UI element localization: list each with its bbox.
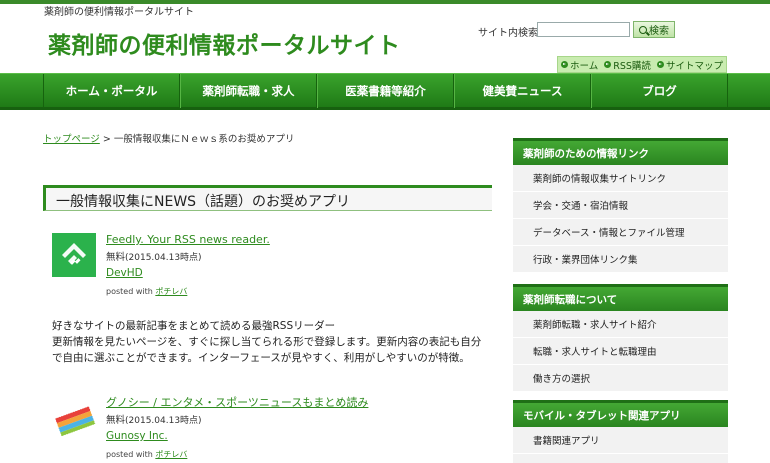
utility-links: ホーム RSS購読 サイトマップ [557,56,727,73]
app-price: 無料(2015.04.13時点) [106,415,202,426]
sidebar-box-job-change: 薬剤師転職について 薬剤師転職・求人サイト紹介 転職・求人サイトと転職理由 働き… [513,284,728,392]
app-developer-link[interactable]: DevHD [106,267,486,280]
global-nav: ホーム・ポータル 薬剤師転職・求人 医薬書籍等紹介 健美賛ニュース ブログ [0,73,770,110]
app-price: 無料(2015.04.13時点) [106,252,202,263]
site-title[interactable]: 薬剤師の便利情報ポータルサイト [48,26,401,60]
search-label: サイト内検索: [478,28,542,39]
arrow-bullet-icon [604,61,612,68]
nav-item-blog[interactable]: ブログ [591,74,728,108]
arrow-bullet-icon [561,61,569,68]
sidebar-heading: 薬剤師転職について [513,284,728,311]
app-name-link[interactable]: Feedly. Your RSS news reader. [106,233,486,247]
utility-link-rss[interactable]: RSS購読 [604,58,651,72]
pochireba-link[interactable]: ポチレバ [155,287,187,296]
sidebar-heading: 薬剤師のための情報リンク [513,138,728,165]
posted-with: posted with ポチレバ [106,450,188,459]
feedly-app-icon[interactable] [52,233,96,277]
sidebar-item[interactable]: 転職・求人サイトと転職理由 [513,338,728,365]
search-button-label: 検索 [649,26,669,37]
sidebar-box-info-links: 薬剤師のための情報リンク 薬剤師の情報収集サイトリンク 学会・交通・宿泊情報 デ… [513,138,728,273]
section-heading: 一般情報収集にNEWS（話題）のお奨めアプリ [43,185,492,211]
sidebar-item[interactable]: データベース・情報とファイル管理 [513,219,728,246]
breadcrumb-home-link[interactable]: トップページ [43,134,100,145]
pochireba-link[interactable]: ポチレバ [155,450,187,459]
search-input[interactable] [537,22,630,37]
gunosy-app-icon[interactable] [52,396,96,440]
sidebar-item[interactable]: 働き方の選択 [513,365,728,392]
search-icon [639,25,647,34]
search-button[interactable]: 検索 [633,21,675,38]
sidebar-item[interactable]: 薬剤師転職・求人サイト紹介 [513,311,728,338]
sidebar-item[interactable]: 学会・交通・宿泊情報 [513,192,728,219]
sidebar-item[interactable]: 薬剤師の情報収集サイトリンク [513,165,728,192]
utility-link-home[interactable]: ホーム [561,58,598,72]
app-developer-link[interactable]: Gunosy Inc. [106,430,486,443]
breadcrumb-current: 一般情報収集にＮｅｗｓ系のお奨めアプリ [113,134,295,145]
nav-item-health-news[interactable]: 健美賛ニュース [454,74,591,108]
sidebar-item[interactable]: 書籍関連アプリ [513,427,728,454]
breadcrumb-separator: > [102,134,111,145]
sidebar-item[interactable] [513,454,728,463]
site-tagline: 薬剤師の便利情報ポータルサイト [44,7,194,18]
breadcrumb: トップページ > 一般情報収集にＮｅｗｓ系のお奨めアプリ [43,131,294,145]
utility-link-sitemap[interactable]: サイトマップ [656,58,723,72]
nav-item-pharmacist-jobs[interactable]: 薬剤師転職・求人 [180,74,317,108]
arrow-bullet-icon [656,61,664,68]
sidebar-heading: モバイル・タブレット関連アプリ [513,400,728,427]
posted-with: posted with ポチレバ [106,287,188,296]
nav-item-medical-books[interactable]: 医薬書籍等紹介 [317,74,454,108]
nav-item-home-portal[interactable]: ホーム・ポータル [43,74,180,108]
sidebar-item[interactable]: 行政・業界団体リンク集 [513,246,728,273]
app-name-link[interactable]: グノシー / エンタメ・スポーツニュースもまとめ読み [106,396,486,410]
sidebar-box-mobile-apps: モバイル・タブレット関連アプリ 書籍関連アプリ [513,400,728,463]
section-title: 一般情報収集にNEWS（話題）のお奨めアプリ [56,194,351,210]
app-description: 好きなサイトの最新記事をまとめて読める最強RSSリーダー 更新情報を見たいページ… [52,320,482,364]
